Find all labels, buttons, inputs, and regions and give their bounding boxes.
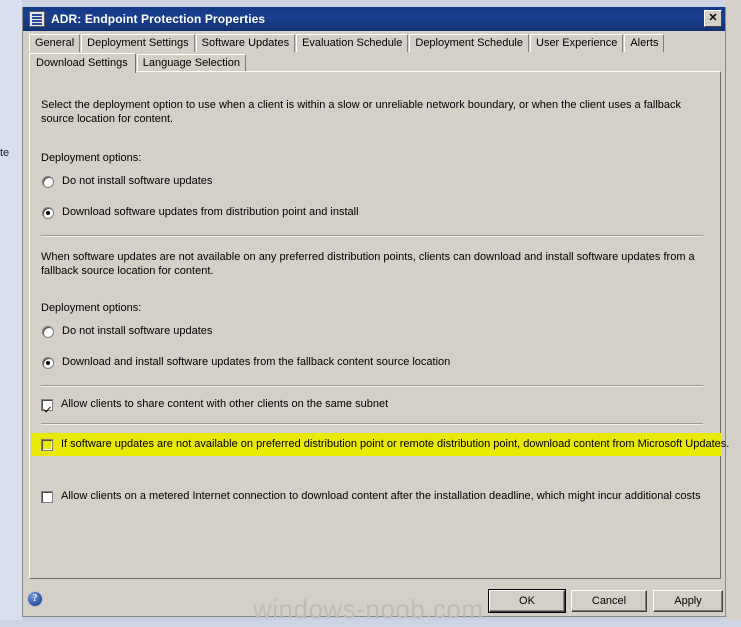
radio-label-download-from-dp: Download software updates from distribut… — [62, 206, 359, 218]
tab-row-1: General Deployment Settings Software Upd… — [29, 33, 721, 52]
radio-do-not-install-2[interactable] — [42, 326, 54, 338]
tab-language-selection[interactable]: Language Selection — [136, 54, 246, 72]
tab-deployment-settings[interactable]: Deployment Settings — [81, 34, 195, 52]
checkbox-share-content[interactable] — [41, 399, 53, 411]
help-icon[interactable]: ? — [27, 591, 43, 607]
fallback-paragraph: When software updates are not available … — [41, 251, 695, 277]
tab-alerts[interactable]: Alerts — [624, 34, 665, 52]
radio-do-not-install-1[interactable] — [42, 176, 54, 188]
checkbox-label-share-content: Allow clients to share content with othe… — [61, 398, 389, 410]
ok-button[interactable]: OK — [488, 589, 566, 613]
desktop-background-right — [726, 0, 741, 627]
tab-download-settings[interactable]: Download Settings — [29, 53, 136, 73]
radio-row-download-from-dp[interactable]: Download software updates from distribut… — [42, 206, 359, 219]
checkbox-label-metered-connection: Allow clients on a metered Internet conn… — [61, 490, 701, 502]
checkbox-row-metered-connection[interactable]: Allow clients on a metered Internet conn… — [41, 490, 701, 503]
checkbox-label-microsoft-updates: If software updates are not available on… — [61, 438, 730, 450]
radio-download-fallback[interactable] — [42, 357, 54, 369]
divider-3 — [41, 423, 703, 425]
tab-user-experience[interactable]: User Experience — [530, 34, 624, 52]
radio-label-do-not-install-2: Do not install software updates — [62, 325, 213, 337]
radio-row-do-not-install-1[interactable]: Do not install software updates — [42, 175, 212, 188]
dialog-titlebar: ADR: Endpoint Protection Properties ✕ — [23, 7, 725, 31]
dialog-title: ADR: Endpoint Protection Properties — [51, 12, 266, 26]
radio-row-do-not-install-2[interactable]: Do not install software updates — [42, 325, 212, 338]
tab-evaluation-schedule[interactable]: Evaluation Schedule — [296, 34, 409, 52]
tab-deployment-schedule[interactable]: Deployment Schedule — [409, 34, 529, 52]
cancel-button[interactable]: Cancel — [571, 590, 647, 612]
intro-paragraph: Select the deployment option to use when… — [41, 99, 681, 125]
checkbox-row-microsoft-updates[interactable]: If software updates are not available on… — [41, 438, 729, 451]
desktop-background-left — [0, 0, 22, 627]
watermark: windows-noob.com — [253, 594, 484, 624]
properties-dialog: ADR: Endpoint Protection Properties ✕ Ge… — [22, 7, 729, 617]
properties-window-icon — [29, 11, 45, 27]
checkbox-row-share-content[interactable]: Allow clients to share content with othe… — [41, 398, 388, 411]
checkbox-microsoft-updates[interactable] — [41, 439, 53, 451]
desktop-background-top — [0, 0, 741, 6]
background-window-text-fragment: te — [0, 147, 10, 159]
radio-label-download-fallback: Download and install software updates fr… — [62, 356, 451, 368]
divider-2 — [41, 385, 703, 387]
deployment-options-legend-2: Deployment options: — [41, 302, 142, 314]
tab-strip: General Deployment Settings Software Upd… — [29, 33, 721, 73]
close-icon[interactable]: ✕ — [704, 10, 722, 27]
download-settings-panel: Select the deployment option to use when… — [29, 71, 729, 579]
checkbox-metered-connection[interactable] — [41, 491, 53, 503]
tab-software-updates[interactable]: Software Updates — [195, 34, 296, 52]
tab-general[interactable]: General — [29, 34, 81, 52]
apply-button[interactable]: Apply — [653, 590, 723, 612]
radio-label-do-not-install-1: Do not install software updates — [62, 175, 213, 187]
radio-row-download-fallback[interactable]: Download and install software updates fr… — [42, 356, 450, 369]
divider-1 — [41, 235, 703, 237]
deployment-options-legend-1: Deployment options: — [41, 152, 142, 164]
radio-download-from-dp[interactable] — [42, 207, 54, 219]
tab-row-2: Download Settings Language Selection — [29, 53, 721, 73]
